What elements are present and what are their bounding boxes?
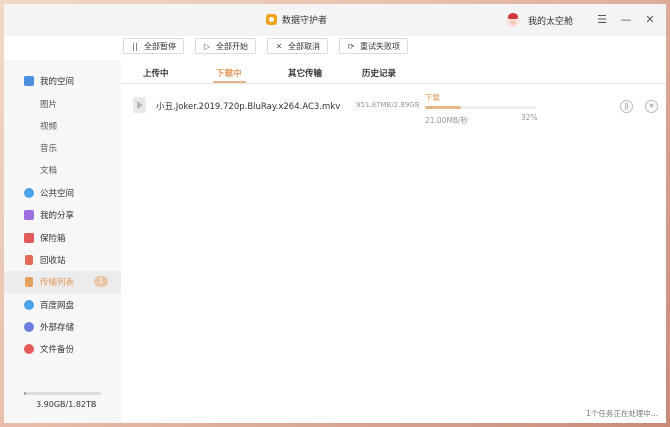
refresh-icon: ⟳ — [347, 41, 355, 51]
file-name: 小丑.Joker.2019.720p.BluRay.x264.AC3.mkv — [156, 102, 341, 112]
app-logo-icon — [266, 14, 277, 25]
minimize-icon[interactable]: — — [620, 14, 632, 26]
usb-icon — [24, 322, 34, 332]
cancel-all-label: 全部取消 — [288, 41, 320, 51]
storage-usage-fill — [24, 392, 26, 395]
retry-failed-button[interactable]: ⟳ 重试失败项 — [339, 38, 408, 54]
tab-history[interactable]: 历史记录 — [362, 67, 396, 79]
sidebar-item-label: 百度网盘 — [40, 301, 75, 311]
sidebar-item-label: 文档 — [40, 166, 58, 176]
start-all-button[interactable]: ▷ 全部开始 — [195, 38, 256, 54]
sidebar-item-my-shares[interactable]: 我的分享 — [4, 204, 121, 226]
progress-percent: 32% — [521, 113, 538, 122]
close-icon[interactable]: ✕ — [644, 14, 656, 26]
sidebar-item-transfer-list[interactable]: 传输列表 1 — [4, 271, 121, 293]
sidebar-item-external-storage[interactable]: 外部存储 — [4, 316, 121, 338]
retry-failed-label: 重试失败项 — [360, 41, 400, 51]
storage-usage-text: 3.90GB/1.82TB — [36, 400, 97, 409]
trash-icon — [25, 255, 33, 265]
sidebar-item-music[interactable]: 音乐 — [4, 137, 121, 159]
sidebar-item-label: 图片 — [40, 100, 58, 110]
tab-other-transfers[interactable]: 其它传输 — [288, 67, 322, 79]
sidebar-item-label: 我的分享 — [40, 211, 75, 221]
transfer-speed: 21.00MB/秒 — [425, 116, 469, 125]
video-file-icon — [133, 97, 146, 113]
title-bar: 数据守护者 我的太空舱 ☰ — ✕ — [4, 4, 666, 36]
tab-downloading[interactable]: 下载中 — [216, 67, 242, 79]
sidebar-item-baidu-netdisk[interactable]: 百度网盘 — [4, 294, 121, 316]
table-row[interactable]: 小丑.Joker.2019.720p.BluRay.x264.AC3.mkv 9… — [121, 90, 666, 128]
active-tab-indicator — [213, 81, 246, 83]
cancel-button[interactable]: ✕ — [645, 100, 658, 113]
user-account[interactable]: 我的太空舱 — [506, 13, 573, 27]
sidebar-item-videos[interactable]: 视频 — [4, 115, 121, 137]
task-status-text: 1个任务正在处理中... — [586, 409, 658, 418]
progress-fill — [425, 106, 461, 109]
menu-icon[interactable]: ☰ — [596, 14, 608, 26]
transfer-status: 下载 — [425, 93, 440, 102]
cancel-all-button[interactable]: ✕ 全部取消 — [267, 38, 328, 54]
play-icon: ▷ — [203, 41, 211, 51]
app-window: 数据守护者 我的太空舱 ☰ — ✕ || 全部暂停 ▷ 全部开始 ✕ 全部取消 … — [4, 4, 666, 423]
transfer-icon — [25, 277, 33, 287]
folder-icon — [24, 76, 34, 86]
tab-uploading[interactable]: 上传中 — [143, 67, 169, 79]
pause-button[interactable]: || — [620, 100, 633, 113]
sidebar-item-label: 公共空间 — [40, 189, 75, 199]
pause-all-button[interactable]: || 全部暂停 — [123, 38, 184, 54]
toolbar: || 全部暂停 ▷ 全部开始 ✕ 全部取消 ⟳ 重试失败项 — [123, 38, 408, 54]
sidebar-item-public-space[interactable]: 公共空间 — [4, 182, 121, 204]
sidebar-item-label: 保险箱 — [40, 234, 66, 244]
transfer-tabs: 上传中 下载中 其它传输 历史记录 — [121, 60, 666, 84]
send-icon — [24, 188, 34, 198]
sidebar-item-label: 视频 — [40, 122, 58, 132]
user-name[interactable]: 我的太空舱 — [528, 14, 573, 27]
sidebar-item-my-space[interactable]: 我的空间 — [4, 70, 121, 92]
sidebar-item-label: 文件备份 — [40, 345, 75, 355]
avatar[interactable] — [506, 13, 520, 27]
start-all-label: 全部开始 — [216, 41, 248, 51]
sidebar-item-label: 外部存储 — [40, 323, 75, 333]
file-size: 951.87MB/2.89GB — [356, 101, 420, 109]
app-title: 数据守护者 — [266, 13, 327, 26]
sidebar: 我的空间 图片 视频 音乐 文档 公共空间 我的分享 保险箱 回收站 传输列表 … — [4, 60, 121, 423]
storage-usage-bar — [24, 392, 101, 395]
pause-icon: || — [132, 41, 138, 51]
window-controls: ☰ — ✕ — [596, 14, 656, 26]
sidebar-item-label: 音乐 — [40, 144, 58, 154]
progress-bar — [425, 106, 536, 109]
sidebar-item-recycle-bin[interactable]: 回收站 — [4, 249, 121, 271]
pause-all-label: 全部暂停 — [144, 41, 176, 51]
share-icon — [24, 210, 34, 220]
sidebar-item-documents[interactable]: 文档 — [4, 159, 121, 181]
sidebar-item-file-backup[interactable]: 文件备份 — [4, 338, 121, 360]
sidebar-item-label: 回收站 — [40, 256, 66, 266]
app-name: 数据守护者 — [282, 16, 328, 26]
backup-icon — [24, 344, 34, 354]
sidebar-item-label: 我的空间 — [40, 77, 75, 87]
cloud-icon — [24, 300, 34, 310]
sidebar-item-label: 传输列表 — [40, 278, 75, 288]
close-icon: ✕ — [275, 41, 283, 51]
transfer-panel: 上传中 下载中 其它传输 历史记录 小丑.Joker.2019.720p.Blu… — [121, 60, 666, 423]
sidebar-item-safe[interactable]: 保险箱 — [4, 227, 121, 249]
safe-icon — [24, 233, 34, 243]
transfer-count-badge: 1 — [94, 276, 108, 287]
sidebar-item-images[interactable]: 图片 — [4, 93, 121, 115]
